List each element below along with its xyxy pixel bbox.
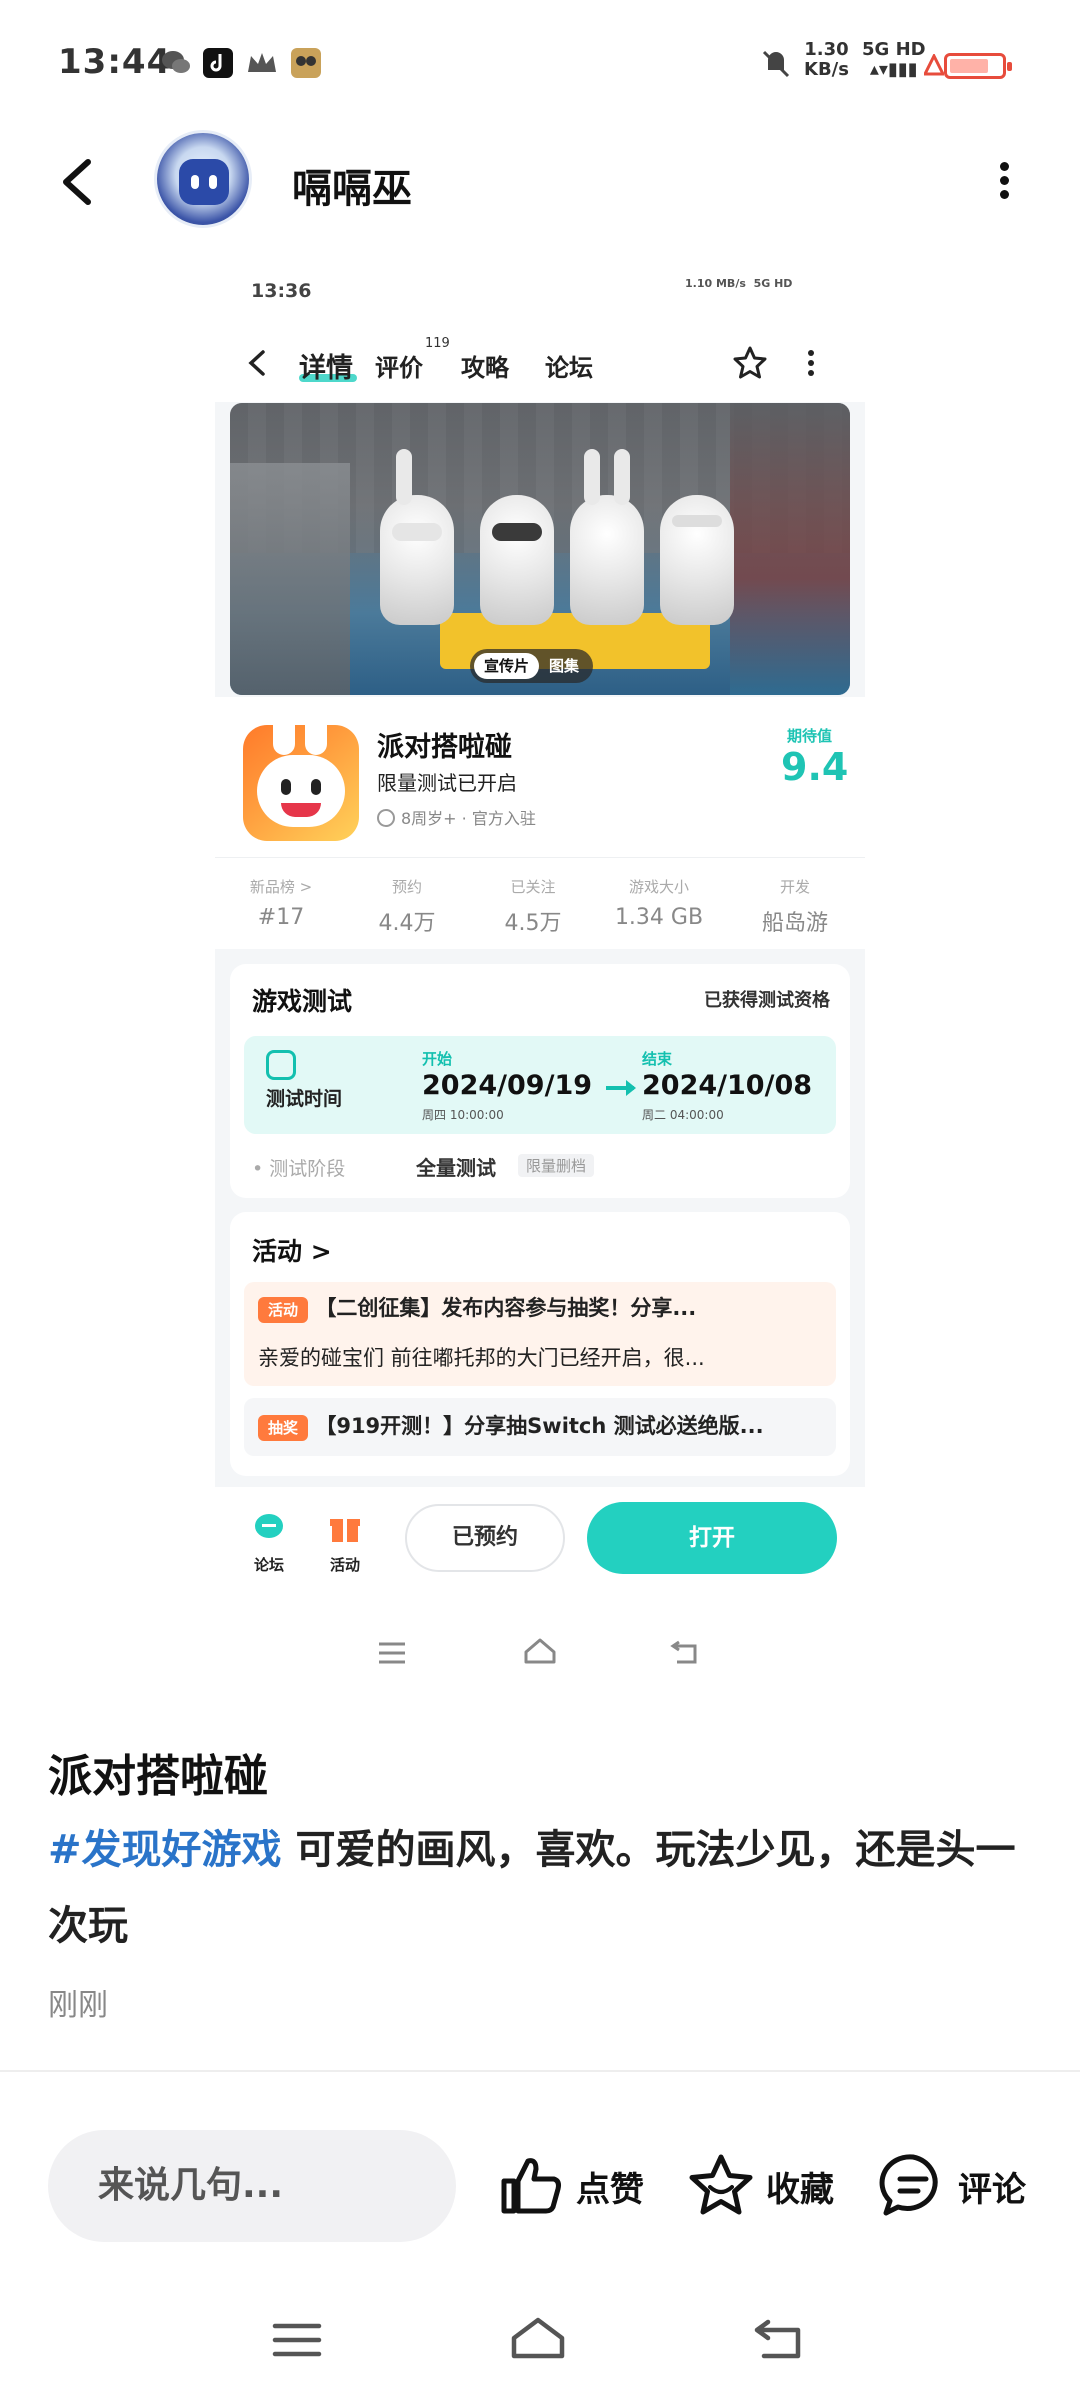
post-body: #发现好游戏 可爱的画风，喜欢。玩法少见，还是头一次玩 (48, 1812, 1038, 1964)
battery-icon (944, 53, 1012, 79)
home-button[interactable] (508, 2314, 568, 2362)
app-meta: 8周岁+ · 官方入驻 (377, 805, 536, 829)
app-subtitle: 限量测试已开启 (377, 771, 517, 795)
mute-icon (762, 50, 790, 78)
banner-tab-trailer: 宣传片 (474, 653, 540, 679)
thumbs-up-icon (501, 2158, 561, 2214)
embedded-tab-forum: 论坛 (545, 354, 593, 382)
beta-icon (266, 1050, 296, 1080)
arrow-icon (606, 1080, 636, 1096)
embedded-tab-guides: 攻略 (461, 354, 509, 382)
divider (0, 2070, 1080, 2072)
activity-item: 活动 【二创征集】发布内容参与抽奖！分享... 亲爱的碰宝们 前往嘟托邦的大门已… (244, 1282, 836, 1386)
avatar[interactable] (154, 130, 252, 228)
crown-icon (248, 53, 276, 72)
embedded-tab-reviews: 评价 (375, 354, 423, 382)
score-value: 9.4 (781, 745, 849, 789)
warning-icon (924, 54, 944, 76)
app-name: 派对搭啦碰 (377, 732, 512, 763)
embedded-nav: 详情 评价 119 攻略 论坛 (215, 324, 865, 402)
comment-button[interactable]: 评论 (878, 2148, 1026, 2224)
system-nav-bar (0, 2290, 1080, 2390)
stat-followers: 已关注 4.5万 (504, 878, 562, 936)
back-button[interactable] (52, 154, 108, 210)
tiktok-icon (203, 48, 233, 78)
test-end-date: 2024/10/08 (642, 1070, 813, 1101)
gift-icon (330, 1519, 360, 1542)
game-app-icon (291, 48, 321, 78)
embedded-system-nav (215, 1620, 865, 1690)
post-timestamp: 刚刚 (48, 1988, 108, 2023)
signal-indicator: 5G HD ▴▾▮▮▮ (862, 39, 926, 80)
username[interactable]: 嗝嗝巫 (292, 156, 412, 214)
favorite-button[interactable]: 收藏 (686, 2148, 834, 2224)
lottery-item: 抽奖 【919开测！】分享抽Switch 测试必送绝版... (244, 1398, 836, 1456)
test-card: 游戏测试 已获得测试资格 测试时间 开始 2024/09/19 周四 10:00… (230, 964, 850, 1198)
recent-apps-button[interactable] (272, 2320, 322, 2360)
activity-card: 活动 > 活动 【二创征集】发布内容参与抽奖！分享... 亲爱的碰宝们 前往嘟托… (230, 1212, 850, 1476)
post-image[interactable]: 13:36 1.10 MB/s 5G HD 详情 评价 119 攻略 论坛 宣传… (215, 252, 865, 1502)
comment-input[interactable]: 来说几句... (48, 2130, 456, 2242)
comment-icon (879, 2154, 938, 2216)
embedded-status-bar: 13:36 1.10 MB/s 5G HD (215, 252, 865, 324)
open-button: 打开 (587, 1502, 837, 1574)
review-count: 119 (425, 336, 450, 351)
status-bar: 13:44 1.30 KB/s 5G HD ▴▾▮▮▮ (0, 0, 1080, 120)
stat-size: 游戏大小 1.34 GB (614, 878, 704, 930)
post-header: 嗝嗝巫 (0, 120, 1080, 240)
status-time: 13:44 (58, 42, 172, 82)
menu-icon (379, 1642, 405, 1664)
net-speed: 1.30 KB/s (804, 39, 849, 80)
back-system-button[interactable] (752, 2318, 806, 2362)
embedded-more-icon (807, 350, 815, 376)
app-stats: 新品榜 > #17 预约 4.4万 已关注 4.5万 游戏大小 1.34 GB 开发 船岛… (215, 857, 865, 949)
embedded-forum: 论坛 (239, 1510, 299, 1575)
embedded-activity: 活动 (315, 1510, 375, 1575)
stat-developer: 开发 船岛游 (761, 878, 828, 936)
test-time-box: 测试时间 开始 2024/09/19 周四 10:00:00 结束 2024/1… (244, 1036, 836, 1134)
reserved-button: 已预约 (405, 1504, 565, 1572)
embedded-back-icon (248, 350, 265, 376)
banner-tabs: 宣传片 图集 (470, 649, 594, 683)
app-icon (243, 725, 359, 841)
score-label: 期待值 (787, 727, 833, 745)
stat-reservations: 预约 4.4万 (378, 878, 436, 936)
like-button[interactable]: 点赞 (496, 2148, 644, 2224)
post-title: 派对搭啦碰 (48, 1751, 268, 1802)
embedded-favorite-icon (733, 346, 767, 379)
app-info: 派对搭啦碰 限量测试已开启 8周岁+ · 官方入驻 期待值 9.4 (215, 697, 865, 857)
embedded-bottom-bar: 论坛 活动 已预约 打开 (215, 1492, 865, 1592)
more-options-button[interactable] (984, 162, 1024, 202)
hashtag-link[interactable]: #发现好游戏 (48, 1827, 282, 1873)
test-start-date: 2024/09/19 (422, 1070, 593, 1101)
wechat-icon (162, 51, 190, 73)
back-nav-icon (670, 1640, 697, 1664)
banner-tab-gallery: 图集 (549, 657, 580, 675)
verified-icon (377, 809, 395, 827)
home-icon (524, 1638, 556, 1664)
forum-icon (255, 1514, 283, 1538)
star-icon (689, 2154, 753, 2215)
embedded-tab-details: 详情 (299, 353, 353, 384)
stat-rank: 新品榜 > #17 (249, 878, 313, 930)
promo-banner: 宣传片 图集 (230, 403, 850, 695)
